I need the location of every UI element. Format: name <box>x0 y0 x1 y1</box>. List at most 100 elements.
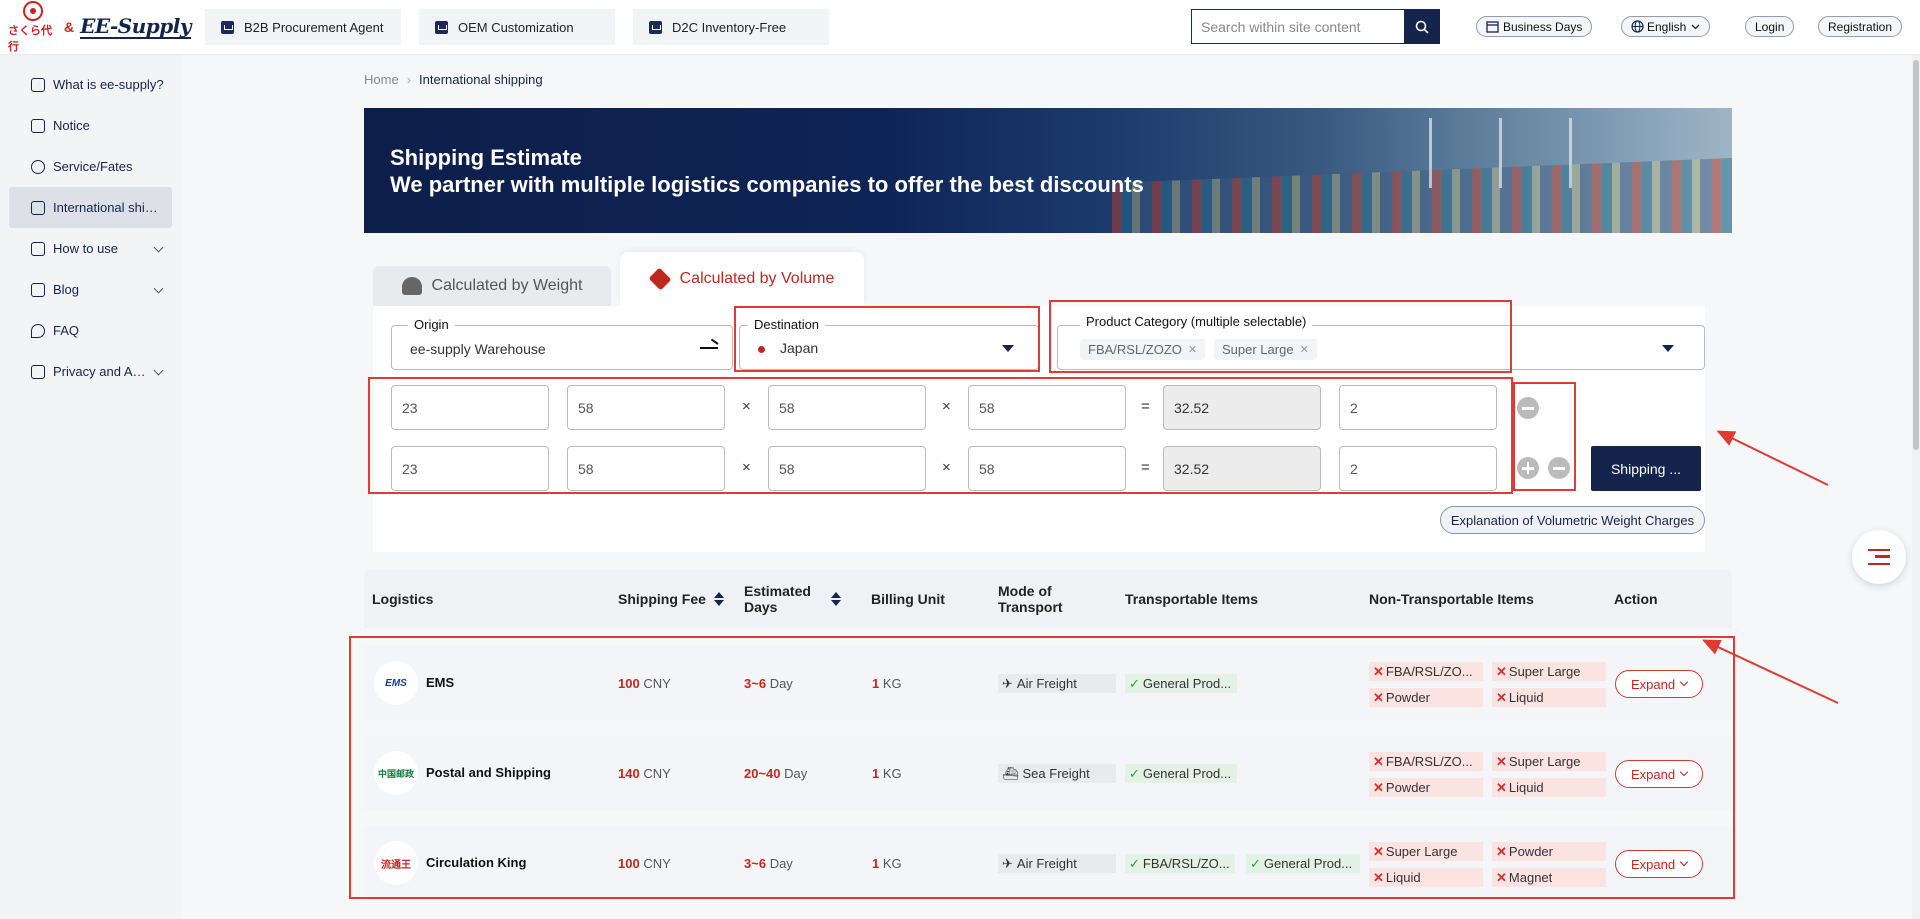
sidebar-item-service-fates[interactable]: Service/Fates <box>9 146 172 187</box>
breadcrumb-separator: › <box>406 72 412 87</box>
cross-icon: ✕ <box>1373 869 1384 885</box>
col-shipping-fee[interactable]: Shipping Fee <box>618 570 724 628</box>
non-transportable-item: ✕ Powder <box>1369 688 1483 707</box>
shipping-estimate-button[interactable]: Shipping ... <box>1591 446 1701 491</box>
col-billing-unit: Billing Unit <box>871 591 945 607</box>
weight-icon <box>401 277 422 295</box>
check-icon: ✓ <box>1129 765 1140 781</box>
cross-icon: ✕ <box>1496 843 1507 859</box>
business-days-button[interactable]: Business Days <box>1476 16 1593 37</box>
sidebar-item-what-is[interactable]: What is ee-supply? <box>9 64 172 105</box>
height-input[interactable]: 58 <box>968 446 1126 491</box>
airplane-icon: ✈ <box>1002 855 1013 871</box>
sidebar-item-label: Notice <box>53 118 90 133</box>
non-transportable-item: ✕ Liquid <box>1492 688 1606 707</box>
non-transportable-item: ✕ FBA/RSL/ZO... <box>1369 752 1483 771</box>
col-estimated-days[interactable]: Estimated Days <box>744 570 864 628</box>
non-transportable-item: ✕ Super Large <box>1492 752 1606 771</box>
close-icon[interactable]: ✕ <box>1300 343 1309 356</box>
col-label: Estimated Days <box>744 583 811 615</box>
search-button[interactable] <box>1404 9 1440 44</box>
mode-label: Sea Freight <box>1022 766 1090 781</box>
sidebar-item-faq[interactable]: FAQ <box>9 310 172 351</box>
logistics-name: Circulation King <box>426 855 527 870</box>
sidebar-item-blog[interactable]: Blog <box>9 269 172 310</box>
mode-label: Air Freight <box>1016 676 1077 691</box>
floating-menu-button[interactable] <box>1852 530 1906 584</box>
shipping-banner: Shipping Estimate We partner with multip… <box>364 108 1732 233</box>
language-select[interactable]: English <box>1621 16 1711 37</box>
category-tag[interactable]: FBA/RSL/ZOZO ✕ <box>1080 339 1206 360</box>
remove-row-icon[interactable] <box>1548 457 1570 479</box>
scrollbar-thumb[interactable] <box>1913 60 1919 450</box>
nav-d2c-inventory-free[interactable]: D2C Inventory-Free <box>632 9 829 45</box>
shipping-fee: 100 CNY <box>618 856 671 871</box>
item-label: Liquid <box>1508 780 1544 795</box>
quantity-input[interactable]: 2 <box>1339 385 1497 430</box>
expand-button[interactable]: Expand <box>1615 670 1703 698</box>
calendar-icon <box>1486 21 1499 33</box>
transportable-item: ✓ General Prod... <box>1125 764 1237 783</box>
col-label-line: Mode of <box>998 583 1052 599</box>
search-input[interactable] <box>1191 9 1404 44</box>
days-value: 3~6 <box>744 856 767 871</box>
days-value: 3~6 <box>744 676 767 691</box>
login-label: Login <box>1755 19 1785 34</box>
sort-icon[interactable] <box>830 592 841 606</box>
col-label: Shipping Fee <box>618 591 706 607</box>
estimated-days: 3~6 Day <box>744 676 793 691</box>
nav-b2b-procurement[interactable]: B2B Procurement Agent <box>204 9 401 45</box>
chevron-down-icon <box>1679 677 1689 687</box>
cross-icon: ✕ <box>1373 753 1384 769</box>
weight-input[interactable]: 23 <box>391 446 549 491</box>
tag-label: Super Large <box>1222 342 1294 357</box>
destination-select[interactable]: Destination Japan <box>739 317 1039 370</box>
unit-value: 1 <box>872 856 880 871</box>
weight-input[interactable]: 23 <box>391 385 549 430</box>
sidebar-item-notice[interactable]: Notice <box>9 105 172 146</box>
registration-button[interactable]: Registration <box>1818 16 1903 37</box>
sort-icon[interactable] <box>713 592 724 606</box>
sidebar-item-how-to-use[interactable]: How to use <box>9 228 172 269</box>
breadcrumb: Home › International shipping <box>364 72 543 87</box>
item-label: Powder <box>1385 780 1430 795</box>
login-button[interactable]: Login <box>1745 16 1795 37</box>
close-icon[interactable]: ✕ <box>1188 343 1197 356</box>
tab-calculated-by-weight[interactable]: Calculated by Weight <box>373 266 611 306</box>
destination-value: Japan <box>780 340 819 356</box>
height-input[interactable]: 58 <box>968 385 1126 430</box>
product-category-select[interactable]: Product Category (multiple selectable) F… <box>1057 314 1705 370</box>
tab-calculated-by-volume[interactable]: Calculated by Volume <box>620 252 864 306</box>
ems-logo: EMS <box>374 661 418 705</box>
expand-button[interactable]: Expand <box>1615 850 1703 878</box>
add-row-icon[interactable] <box>1517 457 1539 479</box>
d2c-icon <box>648 20 662 34</box>
remove-row-icon[interactable] <box>1517 397 1539 419</box>
table-row: 流通王 Circulation King 100 CNY 3~6 Day 1 K… <box>364 826 1732 900</box>
quantity-input[interactable]: 2 <box>1339 446 1497 491</box>
breadcrumb-home[interactable]: Home <box>364 72 399 87</box>
width-input[interactable]: 58 <box>768 446 926 491</box>
top-nav: B2B Procurement Agent OEM Customization … <box>204 9 829 45</box>
category-tag[interactable]: Super Large ✕ <box>1214 339 1317 360</box>
volumetric-weight-explanation-button[interactable]: Explanation of Volumetric Weight Charges <box>1440 506 1705 534</box>
expand-button[interactable]: Expand <box>1615 760 1703 788</box>
globe-icon <box>1631 20 1644 33</box>
non-transportable-item: ✕ Super Large <box>1492 662 1606 681</box>
table-row: 中国邮政 Postal and Shipping 140 CNY 20~40 D… <box>364 736 1732 810</box>
logistics-name: Postal and Shipping <box>426 765 551 780</box>
origin-field[interactable]: Origin ee-supply Warehouse <box>391 317 733 370</box>
days-unit: Day <box>784 766 808 781</box>
length-input[interactable]: 58 <box>567 446 725 491</box>
width-input[interactable]: 58 <box>768 385 926 430</box>
sidebar-item-privacy[interactable]: Privacy and Agreement <box>9 351 172 392</box>
length-input[interactable]: 58 <box>567 385 725 430</box>
item-label: Liquid <box>1508 690 1544 705</box>
banner-port-image <box>1112 158 1732 233</box>
cross-icon: ✕ <box>1373 779 1384 795</box>
oem-icon <box>434 20 448 34</box>
non-transportable-item: ✕ Super Large <box>1369 842 1483 861</box>
sidebar-item-international-shipping[interactable]: International shipping <box>9 187 172 228</box>
site-logo[interactable]: さくら代行 & EE-Supply <box>8 0 191 53</box>
nav-oem-customization[interactable]: OEM Customization <box>418 9 615 45</box>
